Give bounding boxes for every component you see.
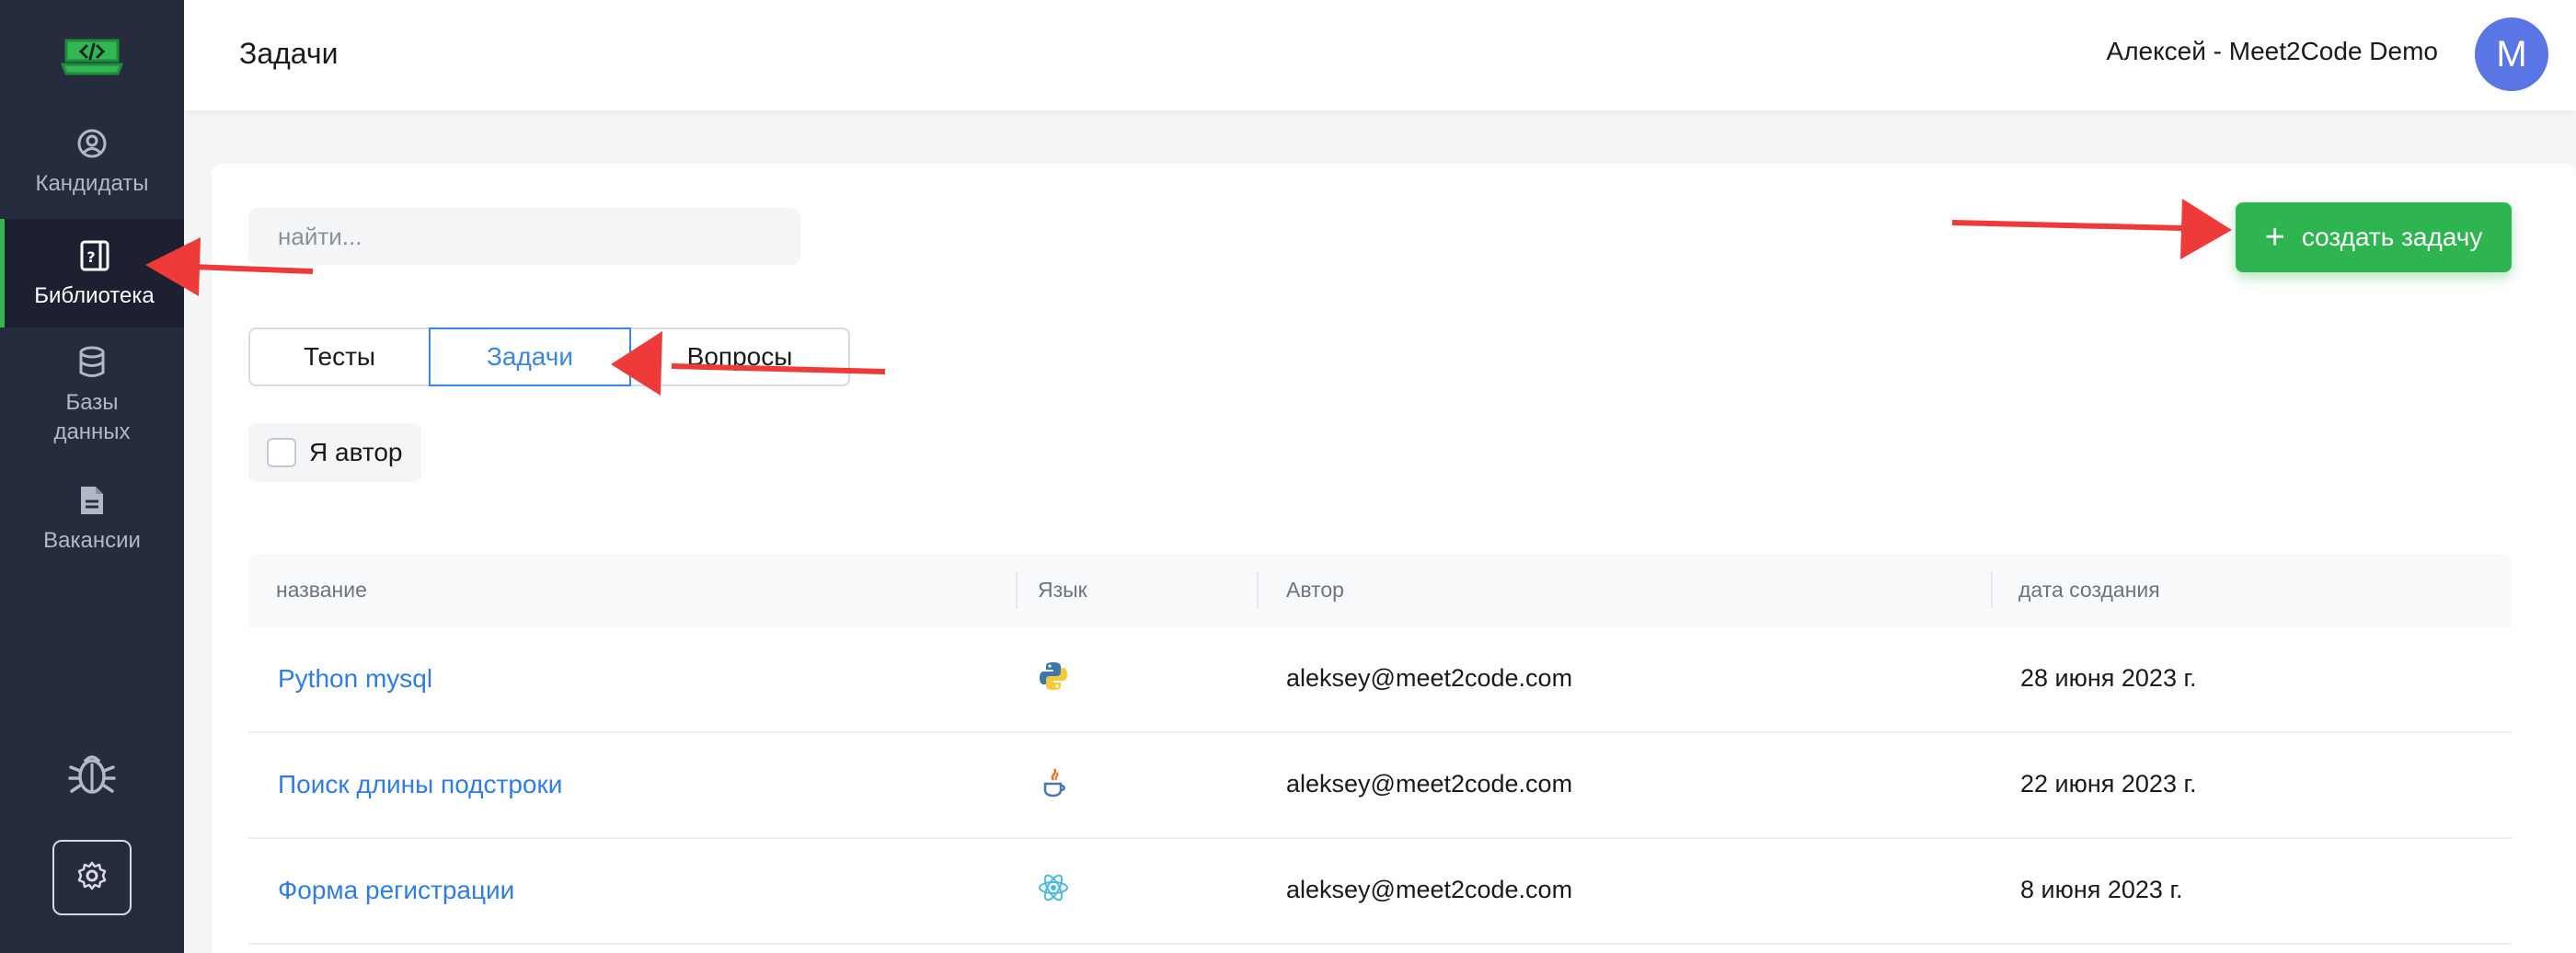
table-header: название Язык Автор дата создания bbox=[248, 554, 2512, 627]
task-author: aleksey@meet2code.com bbox=[1286, 770, 1573, 798]
task-author: aleksey@meet2code.com bbox=[1286, 664, 1573, 692]
avatar[interactable]: M bbox=[2475, 17, 2548, 91]
sidebar: Кандидаты ? Библиотека Базы данных Вакан… bbox=[0, 0, 184, 953]
sidebar-item-label: Библиотека bbox=[34, 283, 155, 308]
task-author: aleksey@meet2code.com bbox=[1286, 876, 1573, 903]
java-icon bbox=[1038, 766, 1069, 798]
author-filter[interactable]: Я автор bbox=[248, 423, 421, 482]
column-divider bbox=[1257, 572, 1259, 609]
task-created-date: 28 июня 2023 г. bbox=[2020, 664, 2197, 692]
sidebar-item-candidates[interactable]: Кандидаты bbox=[0, 125, 184, 199]
logo-icon[interactable] bbox=[60, 33, 124, 77]
gear-icon bbox=[76, 860, 108, 896]
column-header-created[interactable]: дата создания bbox=[2018, 578, 2160, 603]
task-name-link[interactable]: Форма регистрации bbox=[278, 876, 514, 905]
tab-questions[interactable]: Вопросы bbox=[631, 327, 850, 386]
sidebar-item-label: Базы данных bbox=[53, 390, 131, 444]
author-filter-label: Я автор bbox=[309, 438, 403, 466]
sidebar-item-vacancies[interactable]: Вакансии bbox=[0, 482, 184, 556]
column-header-language[interactable]: Язык bbox=[1038, 578, 1087, 603]
column-header-author[interactable]: Автор bbox=[1286, 578, 1344, 603]
question-book-icon: ? bbox=[76, 237, 113, 274]
sidebar-item-label: Кандидаты bbox=[35, 171, 149, 196]
user-name[interactable]: Алексей - Meet2Code Demo bbox=[2107, 37, 2438, 66]
document-icon bbox=[74, 482, 110, 519]
user-circle-icon bbox=[74, 125, 110, 162]
author-checkbox[interactable] bbox=[267, 438, 296, 467]
task-created-date: 8 июня 2023 г. bbox=[2020, 876, 2183, 903]
table-row[interactable]: Поиск длины подстроки aleksey@meet2code.… bbox=[248, 733, 2512, 839]
database-icon bbox=[74, 344, 110, 381]
task-created-date: 22 июня 2023 г. bbox=[2020, 770, 2197, 798]
column-header-name[interactable]: название bbox=[276, 578, 367, 603]
page-title: Задачи bbox=[239, 37, 339, 70]
sidebar-item-library[interactable]: ? Библиотека bbox=[0, 219, 184, 327]
table-row[interactable]: Форма регистрации aleksey@meet2code.com … bbox=[248, 839, 2512, 945]
table-row[interactable]: Python mysql aleksey@meet2code.com 28 ию… bbox=[248, 627, 2512, 733]
settings-button[interactable] bbox=[52, 840, 132, 915]
main-card: + создать задачу Тесты Задачи Вопросы Я … bbox=[212, 164, 2576, 953]
column-divider bbox=[1016, 572, 1018, 609]
create-task-label: создать задачу bbox=[2301, 223, 2483, 251]
tabs: Тесты Задачи Вопросы bbox=[248, 327, 850, 386]
tab-tests[interactable]: Тесты bbox=[248, 327, 429, 386]
task-name-link[interactable]: Поиск длины подстроки bbox=[278, 770, 562, 799]
top-header: Задачи Алексей - Meet2Code Demo M bbox=[184, 0, 2576, 110]
svg-text:?: ? bbox=[86, 248, 95, 266]
python-icon bbox=[1038, 660, 1069, 692]
sidebar-item-databases[interactable]: Базы данных bbox=[0, 344, 184, 447]
search-input[interactable] bbox=[248, 208, 800, 265]
tasks-table: название Язык Автор дата создания Python… bbox=[248, 554, 2512, 945]
create-task-button[interactable]: + создать задачу bbox=[2236, 202, 2512, 272]
tab-tasks[interactable]: Задачи bbox=[429, 327, 631, 386]
plus-icon: + bbox=[2264, 218, 2285, 257]
sidebar-item-label: Вакансии bbox=[43, 528, 141, 553]
column-divider bbox=[1991, 572, 1993, 609]
task-name-link[interactable]: Python mysql bbox=[278, 664, 432, 694]
react-icon bbox=[1038, 872, 1069, 903]
bug-icon[interactable] bbox=[68, 747, 116, 798]
